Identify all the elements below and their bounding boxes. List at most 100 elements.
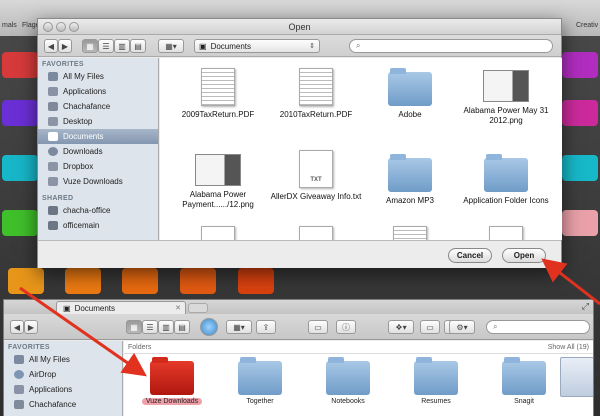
desktop-folder-icon[interactable]	[2, 155, 38, 181]
documents-folder-icon: ▣	[199, 41, 207, 51]
dialog-file-grid: 2009TaxReturn.PDF 2010TaxReturn.PDF Adob…	[160, 58, 562, 240]
forward-button[interactable]: ▶	[58, 39, 72, 53]
sidebar-item-label: Vuze Downloads	[63, 177, 123, 186]
desktop-folder-icon[interactable]	[238, 268, 274, 294]
column-view-button[interactable]: ▥	[114, 39, 130, 53]
desktop-folder-icon[interactable]	[122, 268, 158, 294]
share-button[interactable]: ⇪	[256, 320, 276, 334]
folder-item[interactable]: Snagit	[484, 357, 564, 405]
chevron-right-icon: ▶	[61, 41, 69, 51]
sidebar-item-chachafance[interactable]: Chachafance	[38, 99, 158, 114]
sidebar-item-documents[interactable]: Documents	[38, 129, 158, 144]
sidebar-item-all-my-files[interactable]: All My Files	[4, 352, 122, 367]
grid-icon: ▦	[130, 322, 138, 332]
list-view-button[interactable]: ☰	[98, 39, 114, 53]
new-folder-button[interactable]: ▭	[308, 320, 328, 334]
close-window-button[interactable]	[43, 22, 53, 32]
file-name: AllerDX Giveaway Info.txt	[270, 192, 362, 201]
desktop-folder-icon[interactable]	[2, 52, 38, 78]
sidebar-item-officemain[interactable]: officemain	[38, 218, 158, 233]
file-item[interactable]: Alabama Power Payment....../12.png	[170, 154, 266, 210]
icon-view-button[interactable]: ▦	[126, 320, 142, 334]
folder-icon	[388, 68, 432, 106]
coverflow-view-button[interactable]: ▤	[174, 320, 190, 334]
desktop-folder-icon[interactable]	[562, 155, 598, 181]
action-button[interactable]: ⚙▾	[449, 320, 475, 334]
home-icon	[48, 102, 58, 111]
file-item[interactable]: 2010TaxReturn.PDF	[268, 68, 364, 120]
sidebar-item-dropbox[interactable]: Dropbox	[38, 159, 158, 174]
minimize-window-button[interactable]	[56, 22, 66, 32]
sidebar-item-downloads[interactable]: Downloads	[38, 144, 158, 159]
sidebar-item-chacha-office[interactable]: chacha-office	[38, 203, 158, 218]
folder-item[interactable]: Together	[220, 357, 300, 405]
folder-item[interactable]: Vuze Downloads	[132, 357, 212, 405]
folder-item[interactable]: Resumes	[396, 357, 476, 405]
new-tab-button[interactable]	[188, 303, 208, 313]
sidebar-item-label: Applications	[63, 87, 107, 96]
desktop-folder-icon[interactable]	[180, 268, 216, 294]
image-file-icon	[195, 154, 241, 186]
coverflow-view-button[interactable]: ▤	[130, 39, 146, 53]
finder-sidebar: FAVORITES All My Files AirDrop Applicati…	[4, 341, 123, 416]
close-tab-icon[interactable]: ✕	[175, 304, 181, 312]
sidebar-item-chachafance[interactable]: Chachafance	[4, 397, 122, 412]
sidebar-item-desktop[interactable]: Desktop	[38, 114, 158, 129]
gear-icon: ⚙▾	[456, 322, 468, 332]
folder-plus-icon: ▭	[314, 322, 322, 332]
folder-name: Notebooks	[331, 398, 365, 405]
desktop-folder-icon[interactable]	[2, 100, 38, 126]
sidebar-item-label: chacha-office	[63, 206, 111, 215]
cancel-button[interactable]: Cancel	[448, 248, 492, 263]
quicklook-button[interactable]: ▭	[420, 320, 440, 334]
file-item[interactable]: Alabama Power May 31 2012.png	[458, 70, 554, 126]
file-item[interactable]	[268, 226, 364, 240]
dropbox-icon: ❖▾	[395, 322, 407, 332]
file-item[interactable]	[362, 226, 458, 240]
shared-header: SHARED	[42, 195, 74, 202]
dropbox-button[interactable]: ❖▾	[388, 320, 414, 334]
file-item[interactable]	[170, 226, 266, 240]
back-button[interactable]: ◀	[10, 320, 24, 334]
file-item[interactable]	[458, 226, 554, 240]
column-view-button[interactable]: ▥	[158, 320, 174, 334]
zoom-window-button[interactable]	[69, 22, 79, 32]
partial-folder-icon[interactable]	[560, 357, 593, 397]
info-button[interactable]: ⓘ	[336, 320, 356, 334]
open-button[interactable]: Open	[502, 248, 546, 263]
sidebar-item-airdrop[interactable]: AirDrop	[4, 367, 122, 382]
tab-label: Documents	[74, 303, 116, 313]
location-popup[interactable]: ▣ Documents ⇕	[194, 39, 320, 53]
arrange-button[interactable]: ▦▾	[226, 320, 252, 334]
desktop-folder-icon[interactable]	[2, 210, 38, 236]
finder-search-field[interactable]: ⌕	[486, 320, 590, 334]
sidebar-item-vuze-downloads[interactable]: Vuze Downloads	[38, 174, 158, 189]
file-item[interactable]: Amazon MP3	[362, 154, 458, 206]
forward-button[interactable]: ▶	[24, 320, 38, 334]
list-view-button[interactable]: ☰	[142, 320, 158, 334]
back-button[interactable]: ◀	[44, 39, 58, 53]
icon-view-button[interactable]: ▦	[82, 39, 98, 53]
airdrop-icon[interactable]	[200, 318, 218, 336]
file-item[interactable]: Application Folder Icons	[458, 154, 554, 206]
info-icon: ⓘ	[342, 322, 350, 332]
desktop-folder-icon[interactable]	[562, 52, 598, 78]
file-item[interactable]: 2009TaxReturn.PDF	[170, 68, 266, 120]
desktop-icon	[48, 117, 58, 126]
fullscreen-icon[interactable]: ⤢	[582, 301, 589, 312]
desktop-folder-icon[interactable]	[65, 268, 101, 294]
show-all-link[interactable]: Show All (19)	[548, 341, 589, 354]
desktop-folder-icon[interactable]	[8, 268, 44, 294]
sidebar-item-applications[interactable]: Applications	[4, 382, 122, 397]
sidebar-item-applications[interactable]: Applications	[38, 84, 158, 99]
desktop-folder-icon[interactable]	[562, 210, 598, 236]
sidebar-item-label: Applications	[29, 385, 73, 394]
search-field[interactable]: ⌕	[349, 39, 553, 53]
arrange-button[interactable]: ▦▾	[158, 39, 184, 53]
tab-documents[interactable]: ▣ Documents ✕	[56, 301, 186, 314]
sidebar-item-all-my-files[interactable]: All My Files	[38, 69, 158, 84]
desktop-folder-icon[interactable]	[562, 100, 598, 126]
file-item[interactable]: Adobe	[362, 68, 458, 120]
folder-item[interactable]: Notebooks	[308, 357, 388, 405]
file-item[interactable]: TXT AllerDX Giveaway Info.txt	[268, 150, 364, 202]
